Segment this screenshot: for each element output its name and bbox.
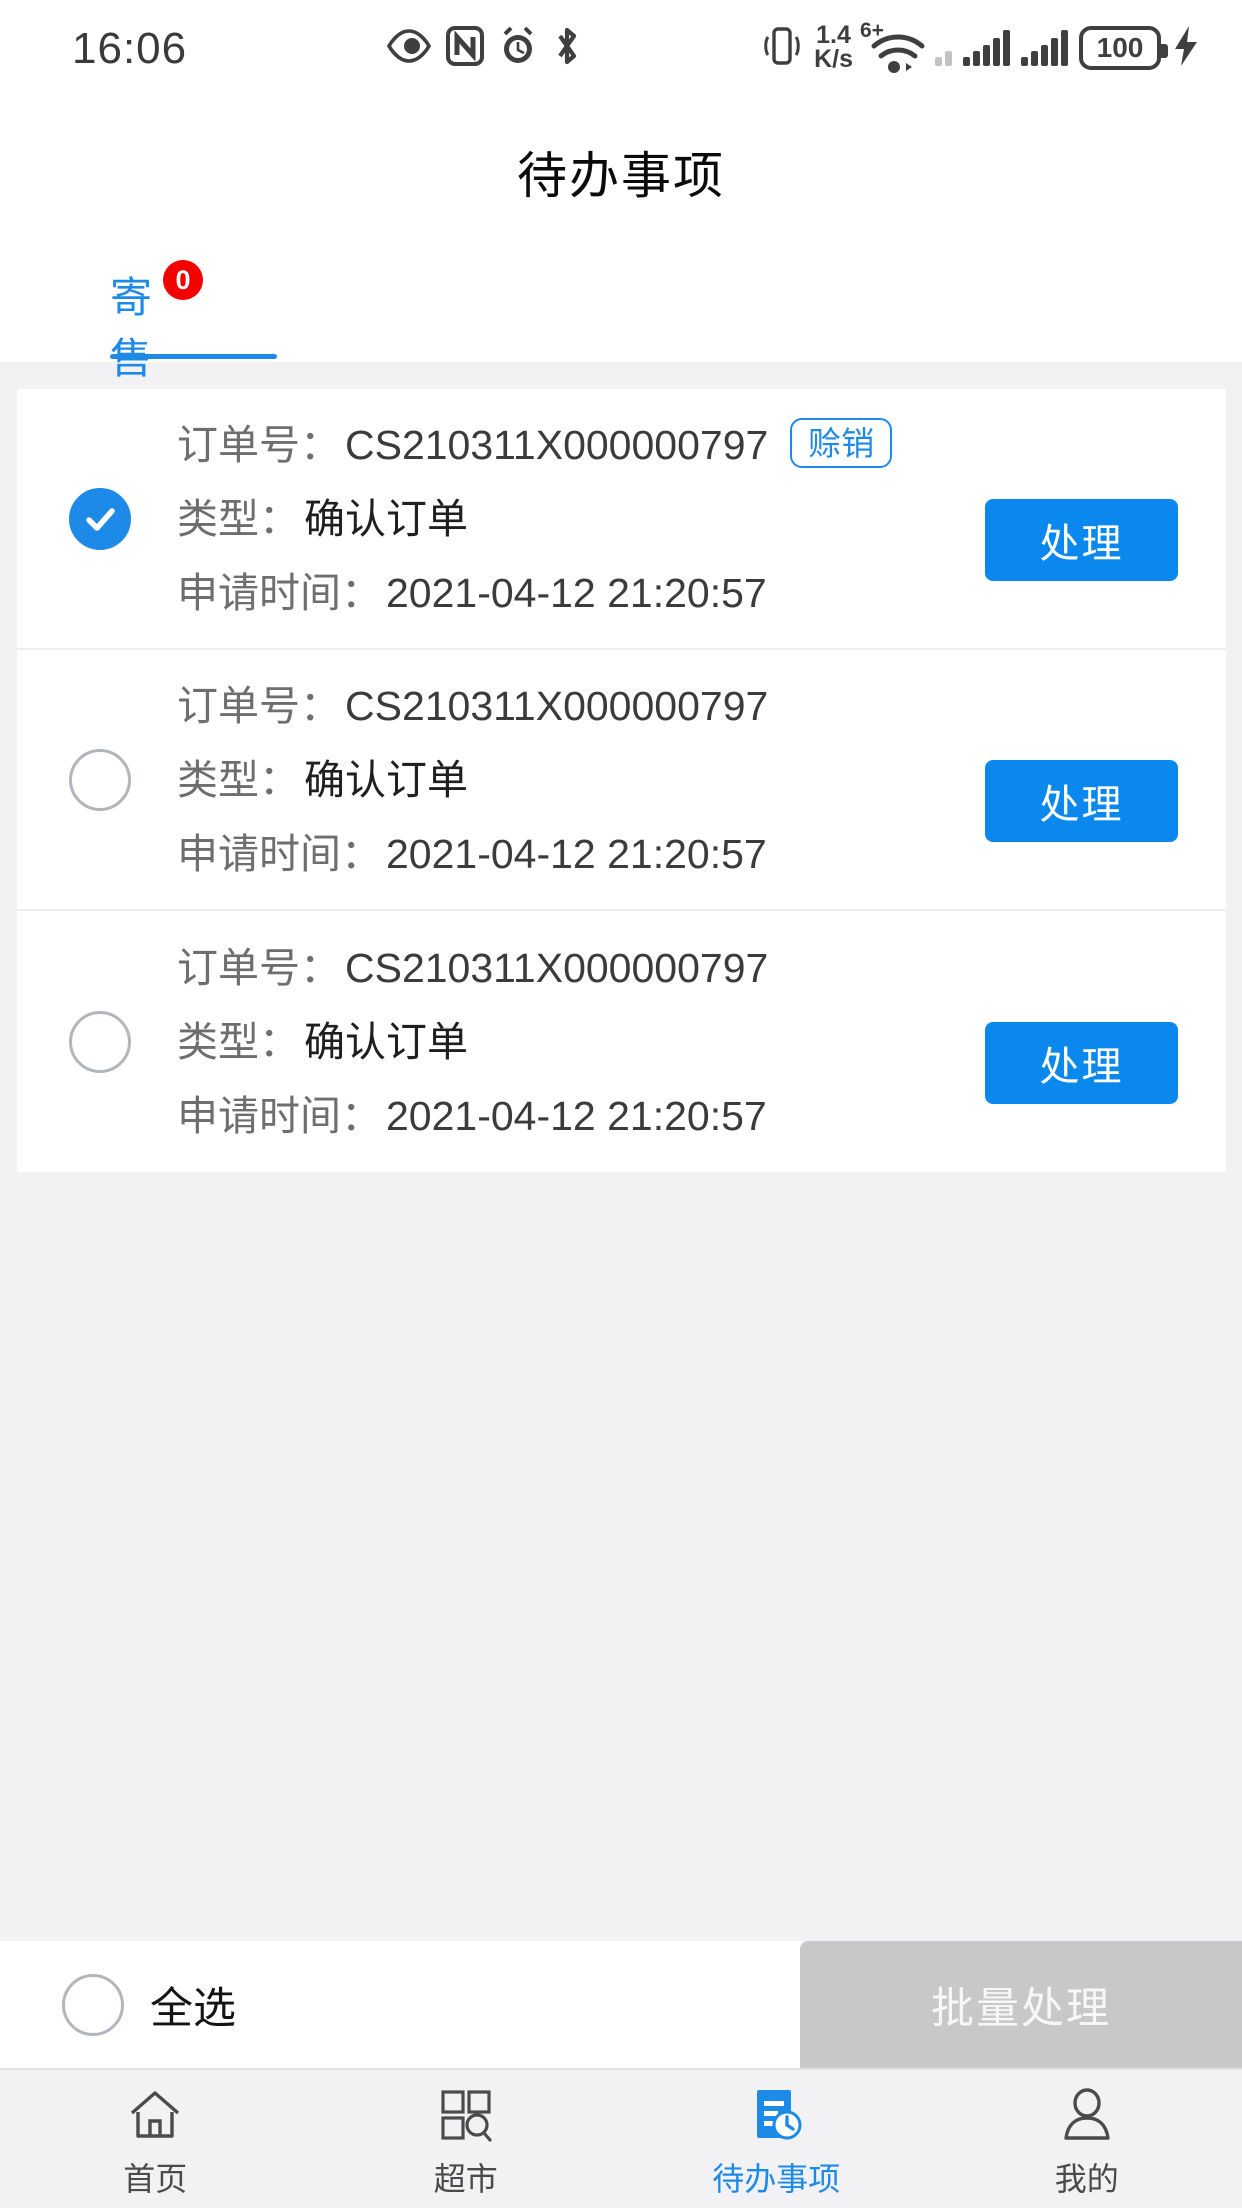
order-no-value: CS210311X000000797 [345, 682, 769, 729]
row-type-line: 类型： 确认订单 [177, 1005, 985, 1079]
apply-time-value: 2021-04-12 21:20:57 [386, 1092, 767, 1139]
vibrate-icon [761, 23, 803, 74]
tab-todo-label: 待办事项 [712, 2161, 841, 2197]
signal-bars-icon-sim1 [963, 30, 1010, 66]
network-speed: 1.4 K/s [814, 23, 853, 73]
tab-home[interactable]: 首页 [0, 2070, 311, 2208]
nfc-icon [446, 25, 484, 71]
process-button[interactable]: 处理 [985, 759, 1178, 842]
eye-icon [386, 28, 432, 68]
status-time: 16:06 [72, 24, 188, 73]
tab-todo[interactable]: 待办事项 [621, 2070, 932, 2208]
status-bar-right-icons: 1.4 K/s 6+ 100 [761, 18, 1200, 78]
row-checkbox[interactable] [69, 748, 131, 811]
row-type-line: 类型： 确认订单 [177, 743, 985, 817]
todo-list-item[interactable]: 订单号： CS210311X000000797 类型： 确认订单 申请时间： 2… [17, 650, 1226, 911]
type-value: 确认订单 [304, 756, 468, 803]
tab-active-indicator [110, 354, 277, 359]
order-no-value: CS210311X000000797 [345, 944, 769, 991]
type-label: 类型： [177, 1018, 300, 1065]
row-action-area: 处理 [985, 1021, 1178, 1104]
type-value: 确认订单 [304, 495, 468, 542]
page-header: 待办事项 寄售 0 [0, 96, 1242, 382]
todo-list-item[interactable]: 订单号： CS210311X000000797 类型： 确认订单 申请时间： 2… [17, 911, 1226, 1172]
apply-time-label: 申请时间： [177, 830, 382, 877]
tab-consignment[interactable]: 寄售 0 [110, 260, 204, 386]
tab-supermarket[interactable]: 超市 [311, 2070, 622, 2208]
row-apply-time-line: 申请时间： 2021-04-12 21:20:57 [177, 556, 985, 630]
battery-level-label: 100 [1096, 32, 1144, 63]
tab-home-label: 首页 [123, 2161, 188, 2197]
bluetooth-icon [552, 25, 582, 72]
type-value: 确认订单 [304, 1018, 468, 1065]
network-speed-unit: K/s [814, 45, 853, 73]
order-no-label: 订单号： [177, 682, 341, 729]
process-button[interactable]: 处理 [985, 1021, 1178, 1104]
wifi-icon: 6+ [860, 19, 925, 73]
bottom-action-bar: 全选 批量处理 [0, 1941, 1242, 2068]
apply-time-value: 2021-04-12 21:20:57 [386, 569, 767, 616]
tab-supermarket-label: 超市 [433, 2161, 498, 2197]
type-label: 类型： [177, 756, 300, 803]
select-all-control[interactable]: 全选 [62, 1973, 236, 2036]
battery-icon: 100 [1079, 26, 1168, 70]
row-details: 订单号： CS210311X000000797 类型： 确认订单 申请时间： 2… [177, 669, 985, 891]
batch-process-button[interactable]: 批量处理 [800, 1941, 1242, 2068]
todo-list: 订单号： CS210311X000000797 赊销 类型： 确认订单 申请时间… [17, 389, 1226, 1172]
status-bar: 16:06 1.4 K/s 6+ 100 [0, 0, 1242, 96]
type-label: 类型： [177, 495, 300, 542]
alarm-icon [498, 25, 538, 72]
row-type-line: 类型： 确认订单 [177, 482, 985, 556]
order-no-label: 订单号： [177, 944, 341, 991]
row-order-no-line: 订单号： CS210311X000000797 [177, 931, 985, 1005]
process-button[interactable]: 处理 [985, 498, 1178, 581]
tab-consignment-label: 寄售 [110, 274, 154, 382]
row-details: 订单号： CS210311X000000797 赊销 类型： 确认订单 申请时间… [177, 408, 985, 630]
row-details: 订单号： CS210311X000000797 类型： 确认订单 申请时间： 2… [177, 931, 985, 1153]
grid-search-icon [437, 2086, 495, 2144]
bottom-tab-bar: 首页 超市 待办事项 我的 [0, 2068, 1242, 2208]
apply-time-label: 申请时间： [177, 1092, 382, 1139]
select-all-checkbox[interactable] [62, 1973, 124, 2036]
signal-bars-icon-secondary [935, 30, 952, 66]
row-apply-time-line: 申请时间： 2021-04-12 21:20:57 [177, 1079, 985, 1153]
apply-time-label: 申请时间： [177, 569, 382, 616]
tab-mine[interactable]: 我的 [932, 2070, 1242, 2208]
todo-clock-icon [747, 2086, 805, 2144]
row-checkbox[interactable] [69, 487, 131, 550]
row-action-area: 处理 [985, 498, 1178, 581]
row-checkbox[interactable] [69, 1010, 131, 1073]
app-screen: 16:06 1.4 K/s 6+ 100 待办事项 寄售 0 订单号： CS21… [0, 0, 1242, 2208]
row-apply-time-line: 申请时间： 2021-04-12 21:20:57 [177, 817, 985, 891]
apply-time-value: 2021-04-12 21:20:57 [386, 830, 767, 877]
row-order-no-line: 订单号： CS210311X000000797 [177, 669, 985, 743]
status-bar-mid-icons [386, 20, 582, 76]
row-action-area: 处理 [985, 759, 1178, 842]
signal-bars-icon-sim2 [1021, 30, 1068, 66]
home-icon [126, 2086, 184, 2144]
order-no-value: CS210311X000000797 [345, 421, 769, 468]
page-title: 待办事项 [517, 148, 725, 204]
row-order-no-line: 订单号： CS210311X000000797 赊销 [177, 408, 985, 482]
charging-bolt-icon [1172, 24, 1200, 73]
tab-consignment-badge: 0 [163, 260, 204, 300]
todo-list-item[interactable]: 订单号： CS210311X000000797 赊销 类型： 确认订单 申请时间… [17, 389, 1226, 650]
person-icon [1058, 2086, 1116, 2144]
select-all-label: 全选 [150, 1984, 236, 2033]
credit-sale-tag: 赊销 [790, 418, 893, 468]
order-no-label: 订单号： [177, 421, 341, 468]
tab-mine-label: 我的 [1054, 2161, 1119, 2197]
